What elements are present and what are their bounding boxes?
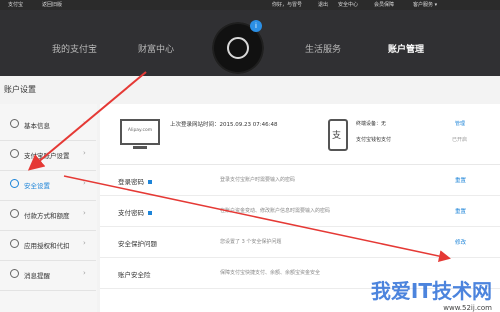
row-title-text: 登录密码: [118, 178, 144, 186]
lock-icon: [148, 180, 152, 184]
account-icon: [10, 149, 19, 158]
setting-row-payment-password: 支付密码 在账户资金变动、修改账户信息时需要输入的密码 重置: [100, 196, 500, 227]
shield-icon: [10, 179, 19, 188]
row-title-text: 支付密码: [118, 209, 144, 217]
nav-life-services[interactable]: 生活服务: [305, 42, 341, 55]
lock-icon: [148, 211, 152, 215]
wallet-payment-label: 支付宝钱包支付: [356, 137, 392, 143]
sidebar-item-label: 基本信息: [24, 122, 50, 130]
security-center-link[interactable]: 安全中心: [338, 0, 358, 10]
sidebar-item-account-settings[interactable]: 支付宝账户设置 ›: [0, 140, 96, 171]
setting-row-security-questions: 安全保护问题 您设置了 3 个安全保护问题 修改: [100, 227, 500, 258]
info-badge[interactable]: i: [250, 20, 262, 32]
row-title: 安全保护问题: [118, 240, 157, 248]
row-description: 保障支付宝快捷支付、余额、余额宝资金安全: [220, 270, 321, 276]
bell-icon: [10, 269, 19, 278]
chevron-right-icon: ›: [83, 239, 86, 247]
reset-login-password-link[interactable]: 重置: [455, 176, 466, 184]
row-description: 登录支付宝账户时需要输入的密码: [220, 177, 296, 183]
user-greeting: 你好，与冒号: [272, 2, 303, 8]
member-guarantee-link[interactable]: 会员保障: [374, 0, 394, 10]
terminal-device-label: 终端设备：无: [356, 121, 387, 127]
row-description: 在账户资金变动、修改账户信息时需要输入的密码: [220, 208, 331, 214]
watermark-url-text: www.52ij.com: [443, 304, 492, 312]
avatar-face-icon: [227, 37, 249, 59]
sidebar-item-app-authorization[interactable]: 应用授权和代扣 ›: [0, 230, 96, 261]
row-title: 账户安全险: [118, 271, 151, 279]
chevron-right-icon: ›: [83, 119, 86, 127]
sidebar-item-label: 支付宝账户设置: [24, 152, 70, 160]
reset-payment-password-link[interactable]: 重置: [455, 207, 466, 215]
brand-link[interactable]: 支付宝: [8, 0, 23, 10]
sidebar-item-label: 安全设置: [24, 182, 50, 190]
chevron-right-icon: ›: [83, 209, 86, 217]
settings-sidebar: 基本信息 › 支付宝账户设置 › 安全设置 › 付款方式和额度 › 应用授权和代…: [0, 104, 97, 312]
chevron-right-icon: ›: [83, 149, 86, 157]
monitor-icon: Alipay.com: [120, 119, 160, 145]
page-title: 账户设置: [4, 85, 36, 94]
nav-wealth-center[interactable]: 财富中心: [138, 42, 174, 55]
row-title: 支付密码: [118, 207, 152, 217]
chevron-right-icon: ›: [83, 269, 86, 277]
phone-icon: 支: [328, 119, 348, 151]
chevron-right-icon: ›: [83, 179, 86, 187]
watermark-main-text: 我爱IT技术网: [370, 279, 492, 303]
row-description: 您设置了 3 个安全保护问题: [220, 239, 282, 245]
site-watermark: 我爱IT技术网: [371, 275, 492, 304]
account-info-row: Alipay.com 上次登录网站时间：2015.09.23 07:46:48 …: [100, 104, 500, 165]
sidebar-item-label: 付款方式和额度: [24, 212, 70, 220]
modify-security-questions-link[interactable]: 修改: [455, 238, 466, 246]
nav-account-management[interactable]: 账户管理: [388, 42, 424, 55]
monitor-stand-icon: [133, 146, 147, 149]
alipay-symbol: 支: [332, 131, 342, 141]
sidebar-item-security[interactable]: 安全设置 ›: [0, 170, 96, 201]
sidebar-item-payment-methods[interactable]: 付款方式和额度 ›: [0, 200, 96, 231]
manage-link[interactable]: 管理: [455, 120, 465, 127]
row-title: 登录密码: [118, 176, 152, 186]
sidebar-item-notifications[interactable]: 消息提醒 ›: [0, 260, 96, 291]
sidebar-item-label: 应用授权和代扣: [24, 242, 70, 250]
avatar[interactable]: i: [212, 20, 264, 74]
sidebar-item-label: 消息提醒: [24, 272, 50, 280]
logout-link[interactable]: 退出: [318, 0, 328, 10]
main-nav: 我的支付宝 财富中心 i 生活服务 账户管理: [0, 10, 500, 76]
app-icon: [10, 239, 19, 248]
enabled-status: 已开启: [452, 137, 468, 143]
old-version-link[interactable]: 返回旧版: [42, 0, 62, 10]
top-bar: 支付宝 返回旧版 你好，与冒号 退出 安全中心 会员保障 客户服务 ▾: [0, 0, 500, 10]
last-login-time: 上次登录网站时间：2015.09.23 07:46:48: [170, 122, 278, 128]
sidebar-item-basic-info[interactable]: 基本信息 ›: [0, 110, 96, 141]
monitor-label: Alipay.com: [127, 128, 153, 133]
customer-service-link[interactable]: 客户服务 ▾: [413, 0, 437, 10]
nav-my-alipay[interactable]: 我的支付宝: [52, 42, 97, 55]
user-icon: [10, 119, 19, 128]
setting-row-login-password: 登录密码 登录支付宝账户时需要输入的密码 重置: [100, 165, 500, 196]
card-icon: [10, 209, 19, 218]
